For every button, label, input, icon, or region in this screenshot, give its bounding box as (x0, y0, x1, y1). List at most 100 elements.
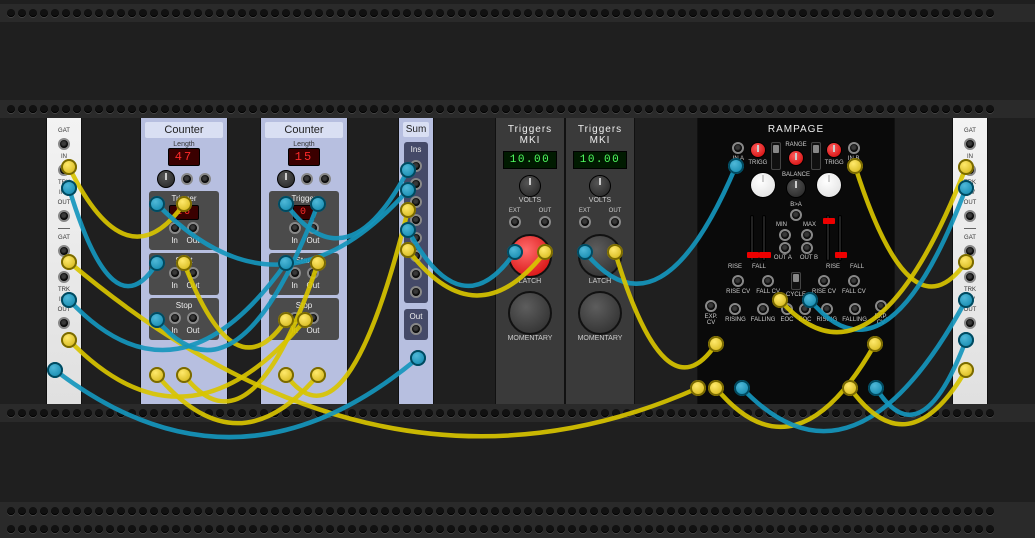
r-eob: EOC (799, 317, 812, 323)
sh1-out-jack-1[interactable] (58, 210, 70, 222)
ramp-shape-b-knob[interactable] (816, 172, 842, 198)
sh1-divider (58, 228, 69, 229)
sh1-out-jack-2[interactable] (58, 317, 70, 329)
ramp-falling-b-jack[interactable] (849, 303, 861, 315)
counter1-trig-in-jack[interactable] (169, 222, 181, 234)
ramp-trigg-b-knob[interactable] (826, 142, 842, 158)
counter1-length-jack-2[interactable] (199, 173, 211, 185)
trig1-latch-button[interactable] (508, 234, 552, 278)
counter1-stop-in-jack[interactable] (169, 312, 181, 324)
counter2-stop-section: Stop In Out (269, 298, 339, 340)
trig2-ext-jack[interactable] (579, 216, 591, 228)
ramp-trigg-a-knob[interactable] (750, 142, 766, 158)
sum-in-jack-6[interactable] (410, 250, 422, 262)
counter2-stop-out-jack[interactable] (307, 312, 319, 324)
ramp-bga-jack[interactable] (790, 209, 802, 221)
ramp-outa-lbl: OUT A (774, 255, 792, 261)
sh1-in-label: IN (61, 154, 67, 160)
counter1-length-knob[interactable] (157, 170, 175, 188)
ramp-falling-a-jack[interactable] (757, 303, 769, 315)
trig2-out-lbl: OUT (609, 208, 622, 214)
sum-in-jack-1[interactable] (410, 160, 422, 172)
ramp-in-a-jack[interactable] (732, 142, 744, 154)
ramp-rise-a-slider[interactable] (750, 215, 754, 261)
counter2-length-knob[interactable] (277, 170, 295, 188)
ramp-max-jack[interactable] (801, 229, 813, 241)
ramp-fall-cv-a-jack[interactable] (762, 275, 774, 287)
ramp-exp-cv-b-jack[interactable] (875, 300, 887, 312)
ramp-eoc-b-jack[interactable] (799, 303, 811, 315)
sh2-out-jack-2[interactable] (964, 317, 976, 329)
trig1-title: Triggers MKI (500, 122, 560, 148)
counter2-length-jack-1[interactable] (301, 173, 313, 185)
trig2-latch-button[interactable] (578, 234, 622, 278)
trig2-volts-knob[interactable] (589, 175, 611, 197)
sum-in-jack-5[interactable] (410, 232, 422, 244)
counter1-stop-out-jack[interactable] (187, 312, 199, 324)
sh1-gate-jack-1[interactable] (58, 138, 70, 150)
counter1-start-in-jack[interactable] (169, 267, 181, 279)
counter1-length-label: Length (173, 141, 194, 148)
ramp-trigg-b-lbl: TRIGG (825, 160, 844, 166)
trig1-momentary-button[interactable] (508, 291, 552, 335)
ramp-range-switch-a[interactable] (771, 142, 781, 170)
ramp-balance-knob[interactable] (786, 178, 806, 198)
sum-out-jack[interactable] (410, 323, 422, 335)
ramp-fall-b-slider[interactable] (838, 215, 842, 261)
sum-in-jack-4[interactable] (410, 214, 422, 226)
rack-rail (0, 520, 1035, 538)
ramp-fall-cv-b-jack[interactable] (848, 275, 860, 287)
sh2-gate-jack-1[interactable] (964, 138, 976, 150)
ramp-rise-b-slider[interactable] (826, 215, 830, 261)
sh2-out-jack-1[interactable] (964, 210, 976, 222)
sh1-in-jack-2[interactable] (58, 271, 70, 283)
ramp-fall-a-slider[interactable] (762, 215, 766, 261)
sum-in-jack-3[interactable] (410, 196, 422, 208)
counter2-trig-in-jack[interactable] (289, 222, 301, 234)
sh2-in-jack-2[interactable] (964, 271, 976, 283)
counter2-length-jack-2[interactable] (319, 173, 331, 185)
ramp-range-switch-b[interactable] (811, 142, 821, 170)
c2-s-in: In (291, 281, 298, 290)
ramp-shape-a-knob[interactable] (750, 172, 776, 198)
ramp-eoc-a-jack[interactable] (781, 303, 793, 315)
r-rca: RISE CV (726, 289, 750, 295)
counter2-start-out-jack[interactable] (307, 267, 319, 279)
ramp-cycle-switch[interactable] (791, 272, 801, 290)
sh1-gate-jack-2[interactable] (58, 245, 70, 257)
trig2-out-jack[interactable] (609, 216, 621, 228)
ramp-range-knob[interactable] (788, 150, 804, 166)
module-sum: Sum Ins Out (398, 118, 434, 404)
ramp-rising-b-jack[interactable] (821, 303, 833, 315)
sum-in-jack-8[interactable] (410, 286, 422, 298)
counter1-stop-label: Stop (176, 301, 192, 310)
sh2-gate-jack-2[interactable] (964, 245, 976, 257)
counter1-trig-out-jack[interactable] (187, 222, 199, 234)
counter2-start-in-jack[interactable] (289, 267, 301, 279)
ramp-min-jack[interactable] (779, 229, 791, 241)
sh2-i2: IN (967, 261, 973, 267)
sh2-in-jack-1[interactable] (964, 164, 976, 176)
ramp-out-a-jack[interactable] (779, 242, 791, 254)
ramp-out-b-jack[interactable] (801, 242, 813, 254)
trig2-momentary-button[interactable] (578, 291, 622, 335)
sh1-in-jack-1[interactable] (58, 164, 70, 176)
counter1-start-out-jack[interactable] (187, 267, 199, 279)
trig1-volts-knob[interactable] (519, 175, 541, 197)
counter2-trig-out-jack[interactable] (307, 222, 319, 234)
trig1-moment-label: MOMENTARY (508, 335, 553, 342)
counter1-length-jack-1[interactable] (181, 173, 193, 185)
counter2-stop-in-jack[interactable] (289, 312, 301, 324)
ramp-rising-a-jack[interactable] (729, 303, 741, 315)
sum-in-jack-2[interactable] (410, 178, 422, 190)
ramp-rise-cv-a-jack[interactable] (732, 275, 744, 287)
trig1-out-jack[interactable] (539, 216, 551, 228)
ramp-exp-cv-a-jack[interactable] (705, 300, 717, 312)
sum-in-jack-7[interactable] (410, 268, 422, 280)
ramp-rise-cv-b-jack[interactable] (818, 275, 830, 287)
sum-out-label: Out (410, 312, 423, 321)
r-rb: RISING (817, 317, 838, 323)
trig1-display: 10.00 (503, 151, 558, 169)
ramp-in-b-jack[interactable] (848, 142, 860, 154)
trig1-ext-jack[interactable] (509, 216, 521, 228)
